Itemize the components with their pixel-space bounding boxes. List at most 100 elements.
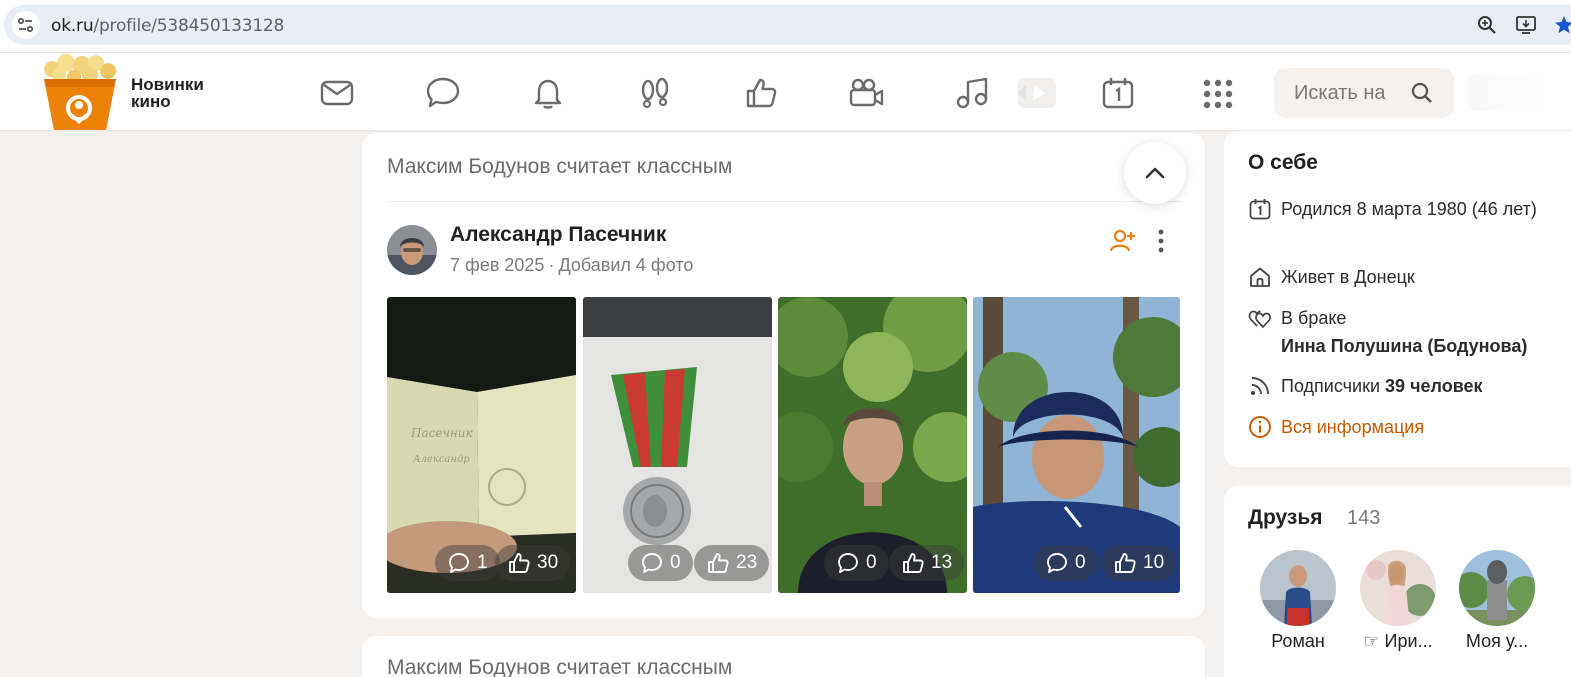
guests-icon[interactable] xyxy=(637,75,673,111)
likes-counter[interactable]: 23 xyxy=(694,545,770,581)
author-avatar[interactable] xyxy=(387,225,437,275)
comments-counter[interactable]: 0 xyxy=(824,545,889,581)
friend-name: Роман xyxy=(1271,631,1325,651)
comments-count: 0 xyxy=(670,552,681,573)
subscribers-value: 39 человек xyxy=(1385,376,1483,396)
author-name[interactable]: Александр Пасечник xyxy=(450,223,666,247)
subscribers-label: Подписчики xyxy=(1281,376,1381,396)
divider xyxy=(387,201,1180,202)
feed-card-title: Максим Бодунов считает классным xyxy=(387,656,733,677)
url-host: ok.ru xyxy=(51,16,94,36)
ok-popcorn-logo[interactable] xyxy=(34,53,126,130)
friend-avatar xyxy=(1260,550,1336,626)
friend-name: ☞ Ири... xyxy=(1363,631,1433,651)
site-header: Новинки кино Искать на xyxy=(0,53,1571,130)
all-info-link[interactable]: Вся информация xyxy=(1248,413,1548,441)
header-user-area[interactable] xyxy=(1468,75,1548,111)
calendar-icon[interactable] xyxy=(1100,75,1136,111)
apps-icon[interactable] xyxy=(1200,75,1236,111)
comments-count: 0 xyxy=(866,552,877,573)
video-icon[interactable] xyxy=(848,75,884,111)
search-icon[interactable] xyxy=(1410,81,1434,105)
comment-icon xyxy=(642,553,662,573)
promo-label[interactable]: Новинки кино xyxy=(131,76,204,110)
comments-count: 0 xyxy=(1075,552,1086,573)
url-text[interactable]: ok.ru/profile/538450133128 xyxy=(51,16,284,36)
post-photo-4[interactable]: 0 10 xyxy=(973,297,1180,593)
post-photo-3[interactable]: 0 13 xyxy=(778,297,967,593)
rss-icon xyxy=(1251,377,1269,395)
birth-date: Родился 8 марта 1980 (46 лет) xyxy=(1281,199,1537,219)
friend-item[interactable]: Моя у... xyxy=(1452,550,1542,652)
zoom-icon[interactable] xyxy=(1476,14,1498,36)
friends-count: 143 xyxy=(1347,507,1381,529)
friend-avatar xyxy=(1360,550,1436,626)
friends-card: Друзья 143 Роман ☞ Ири... Моя у... xyxy=(1224,486,1571,677)
install-app-icon[interactable] xyxy=(1515,14,1537,36)
friends-title[interactable]: Друзья xyxy=(1248,506,1323,530)
likes-counter[interactable]: 13 xyxy=(889,545,965,581)
browser-toolbar: ok.ru/profile/538450133128 xyxy=(0,0,1571,53)
about-birth-row: Родился 8 марта 1980 (46 лет) xyxy=(1248,195,1548,223)
feed-card: Максим Бодунов считает классным Александ… xyxy=(362,133,1205,618)
city: Живет в Донецк xyxy=(1281,267,1415,287)
svg-text:Александр: Александр xyxy=(412,454,470,465)
like-icon xyxy=(1115,553,1136,573)
calendar-icon xyxy=(1249,199,1271,220)
post-date[interactable]: 7 фев 2025 xyxy=(450,255,544,275)
likes-count: 13 xyxy=(931,552,953,573)
friend-item[interactable]: ☞ Ири... xyxy=(1353,550,1443,652)
site-info-icon[interactable] xyxy=(12,11,40,39)
svg-text:Пасечник: Пасечник xyxy=(410,426,474,440)
video-chip-icon[interactable] xyxy=(1018,78,1056,108)
likes-count: 23 xyxy=(736,552,758,573)
comment-icon xyxy=(449,553,469,573)
comments-counter[interactable]: 0 xyxy=(628,545,693,581)
likes-counter[interactable]: 10 xyxy=(1101,545,1177,581)
scroll-up-button[interactable] xyxy=(1124,142,1186,204)
spouse-link[interactable]: Инна Полушина (Бодунова) xyxy=(1281,332,1548,360)
like-icon xyxy=(903,553,924,573)
music-icon[interactable] xyxy=(954,75,990,111)
about-city-row: Живет в Донецк xyxy=(1248,263,1548,291)
photo-stats: 0 13 xyxy=(778,545,967,581)
address-bar[interactable]: ok.ru/profile/538450133128 xyxy=(4,5,1571,45)
post-photo-2[interactable]: 0 23 xyxy=(583,297,772,593)
comments-counter[interactable]: 0 xyxy=(1033,545,1098,581)
feed-card-title: Максим Бодунов считает классным xyxy=(387,155,733,178)
feed-card: Максим Бодунов считает классным xyxy=(362,636,1205,677)
promo-label-line2: кино xyxy=(131,92,171,111)
add-friend-icon[interactable] xyxy=(1109,227,1137,255)
about-subscribers-row[interactable]: Подписчики 39 человек xyxy=(1248,372,1548,400)
messages-icon[interactable] xyxy=(319,75,355,111)
comments-count: 1 xyxy=(477,552,488,573)
chevron-up-icon xyxy=(1145,167,1165,179)
more-options-icon[interactable] xyxy=(1151,227,1171,255)
all-info-label: Вся информация xyxy=(1281,417,1425,437)
home-icon xyxy=(1250,267,1270,287)
url-path: /profile/538450133128 xyxy=(93,16,285,36)
like-icon xyxy=(708,553,729,573)
meta-separator: · xyxy=(548,255,555,275)
about-card: О себе Родился 8 марта 1980 (46 лет) Жив… xyxy=(1224,131,1571,467)
photo-stats: 1 30 xyxy=(387,545,576,581)
post-action: Добавил 4 фото xyxy=(558,255,694,275)
marital-status: В браке xyxy=(1281,308,1347,328)
friend-item[interactable]: Роман xyxy=(1253,550,1343,652)
hearts-icon xyxy=(1248,310,1271,329)
notifications-icon[interactable] xyxy=(530,75,566,111)
comments-counter[interactable]: 1 xyxy=(435,545,500,581)
likes-counter[interactable]: 30 xyxy=(495,545,571,581)
likes-count: 30 xyxy=(537,552,559,573)
bookmark-star-icon[interactable] xyxy=(1553,14,1571,36)
like-icon xyxy=(509,553,530,573)
photo-stats: 0 23 xyxy=(583,545,772,581)
info-icon xyxy=(1249,416,1271,438)
post-photo-1[interactable]: Пасечник Александр 1 30 xyxy=(387,297,576,593)
discussions-icon[interactable] xyxy=(425,75,461,111)
likes-icon[interactable] xyxy=(743,75,779,111)
friend-avatar xyxy=(1459,550,1535,626)
comment-icon xyxy=(838,553,858,573)
about-marital-row: В браке Инна Полушина (Бодунова) xyxy=(1248,304,1548,360)
search-input[interactable]: Искать на xyxy=(1274,68,1454,118)
